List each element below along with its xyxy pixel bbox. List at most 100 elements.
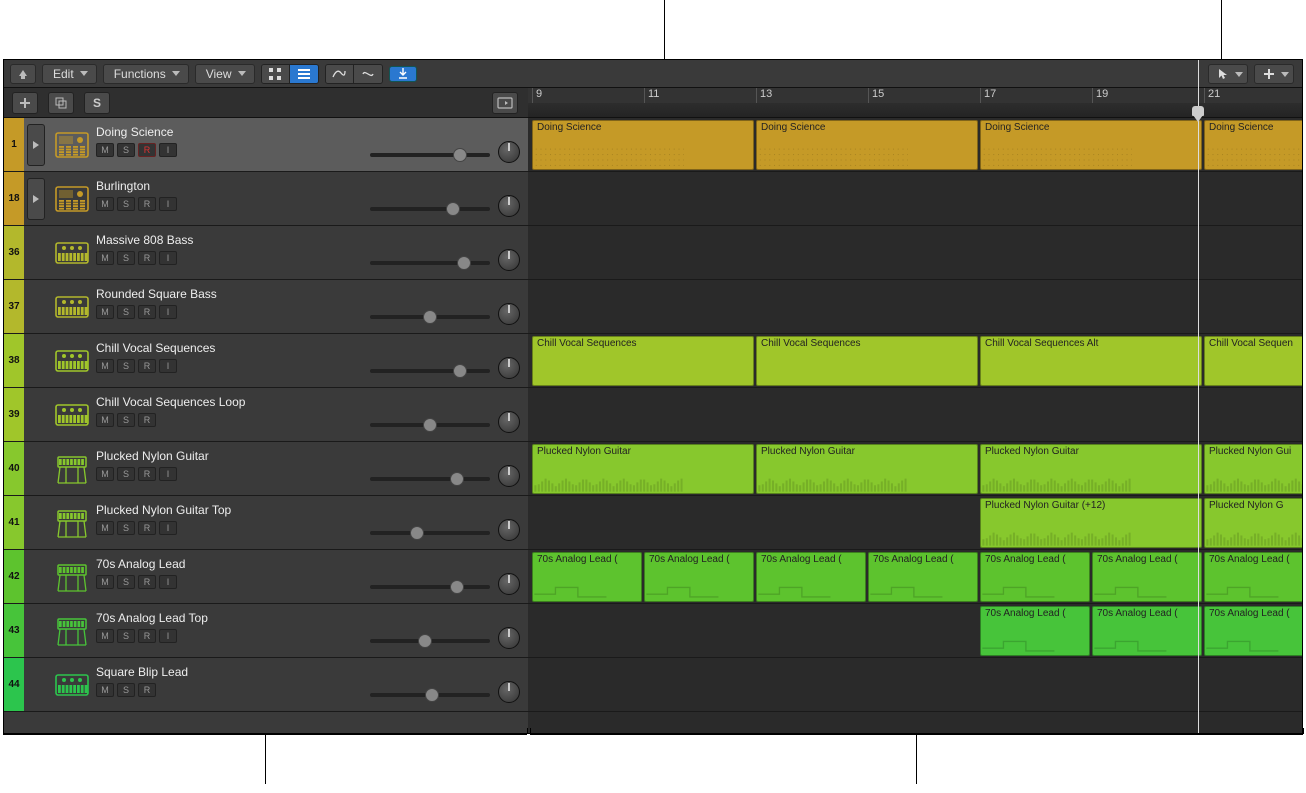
flex-button[interactable] (354, 65, 382, 83)
track-header[interactable]: 44 Square Blip Lead MSR (4, 658, 528, 712)
view-menu[interactable]: View (195, 64, 255, 84)
midi-region[interactable]: Chill Vocal Sequences Alt (980, 336, 1202, 386)
track-m-button[interactable]: M (96, 521, 114, 535)
track-s-button[interactable]: S (117, 359, 135, 373)
global-solo-button[interactable]: S (84, 92, 110, 114)
pan-knob[interactable] (498, 411, 520, 433)
volume-slider[interactable] (370, 201, 490, 217)
track-s-button[interactable]: S (117, 575, 135, 589)
midi-region[interactable]: Doing Science (980, 120, 1202, 170)
arrange-lane[interactable]: 70s Analog Lead (70s Analog Lead (70s An… (528, 550, 1302, 604)
midi-region[interactable]: Plucked Nylon Guitar (532, 444, 754, 494)
midi-region[interactable]: Plucked Nylon Guitar (980, 444, 1202, 494)
midi-region[interactable]: Doing Science (1204, 120, 1302, 170)
navigate-up-button[interactable] (10, 64, 36, 84)
bar-ruler[interactable]: 9111315171921 (528, 88, 1302, 118)
midi-region[interactable]: Plucked Nylon Guitar (+12) (980, 498, 1202, 548)
volume-slider[interactable] (370, 363, 490, 379)
track-m-button[interactable]: M (96, 143, 114, 157)
midi-region[interactable]: Doing Science (756, 120, 978, 170)
list-view-button[interactable] (290, 65, 318, 83)
track-i-button[interactable]: I (159, 575, 177, 589)
track-s-button[interactable]: S (117, 467, 135, 481)
midi-region[interactable]: 70s Analog Lead ( (1204, 606, 1302, 656)
track-s-button[interactable]: S (117, 683, 135, 697)
arrange-area[interactable]: Doing ScienceDoing ScienceDoing ScienceD… (528, 118, 1302, 733)
arrange-lane[interactable] (528, 226, 1302, 280)
arrange-lane[interactable] (528, 658, 1302, 712)
track-r-button[interactable]: R (138, 413, 156, 427)
volume-slider[interactable] (370, 633, 490, 649)
arrange-lane[interactable]: Chill Vocal SequencesChill Vocal Sequenc… (528, 334, 1302, 388)
midi-region[interactable]: Chill Vocal Sequences (756, 336, 978, 386)
track-m-button[interactable]: M (96, 629, 114, 643)
track-m-button[interactable]: M (96, 467, 114, 481)
track-i-button[interactable]: I (159, 467, 177, 481)
volume-slider[interactable] (370, 471, 490, 487)
playhead[interactable] (1198, 60, 1199, 733)
track-header[interactable]: 42 70s Analog Lead MSRI (4, 550, 528, 604)
disclosure-button[interactable] (27, 178, 45, 220)
track-r-button[interactable]: R (138, 629, 156, 643)
midi-region[interactable]: Plucked Nylon Gui (1204, 444, 1302, 494)
midi-region[interactable]: Chill Vocal Sequences (532, 336, 754, 386)
track-s-button[interactable]: S (117, 251, 135, 265)
pan-knob[interactable] (498, 519, 520, 541)
midi-region[interactable]: 70s Analog Lead ( (532, 552, 642, 602)
arrange-lane[interactable]: Plucked Nylon Guitar (+12)Plucked Nylon … (528, 496, 1302, 550)
track-r-button[interactable]: R (138, 359, 156, 373)
arrange-lane[interactable] (528, 172, 1302, 226)
automation-curve-button[interactable] (326, 65, 354, 83)
track-m-button[interactable]: M (96, 251, 114, 265)
track-r-button[interactable]: R (138, 305, 156, 319)
arrange-lane[interactable]: Plucked Nylon GuitarPlucked Nylon Guitar… (528, 442, 1302, 496)
duplicate-track-button[interactable] (48, 92, 74, 114)
track-m-button[interactable]: M (96, 575, 114, 589)
volume-slider[interactable] (370, 309, 490, 325)
pan-knob[interactable] (498, 195, 520, 217)
midi-region[interactable]: Plucked Nylon Guitar (756, 444, 978, 494)
track-header[interactable]: 41 Plucked Nylon Guitar Top MSRI (4, 496, 528, 550)
track-header[interactable]: 43 70s Analog Lead Top MSRI (4, 604, 528, 658)
volume-slider[interactable] (370, 687, 490, 703)
track-header[interactable]: 38 Chill Vocal Sequences MSRI (4, 334, 528, 388)
track-s-button[interactable]: S (117, 629, 135, 643)
pan-knob[interactable] (498, 573, 520, 595)
track-r-button[interactable]: R (138, 683, 156, 697)
track-m-button[interactable]: M (96, 197, 114, 211)
pan-knob[interactable] (498, 357, 520, 379)
volume-slider[interactable] (370, 147, 490, 163)
add-track-button[interactable] (12, 92, 38, 114)
midi-region[interactable]: 70s Analog Lead ( (1092, 606, 1202, 656)
midi-region[interactable]: Chill Vocal Sequen (1204, 336, 1302, 386)
functions-menu[interactable]: Functions (103, 64, 189, 84)
volume-slider[interactable] (370, 417, 490, 433)
pan-knob[interactable] (498, 303, 520, 325)
track-m-button[interactable]: M (96, 359, 114, 373)
midi-region[interactable]: 70s Analog Lead ( (980, 606, 1090, 656)
midi-region[interactable]: 70s Analog Lead ( (868, 552, 978, 602)
track-r-button[interactable]: R (138, 251, 156, 265)
track-header[interactable]: 18 Burlington MSRI (4, 172, 528, 226)
edit-menu[interactable]: Edit (42, 64, 97, 84)
track-m-button[interactable]: M (96, 413, 114, 427)
track-i-button[interactable]: I (159, 143, 177, 157)
track-i-button[interactable]: I (159, 629, 177, 643)
disclosure-button[interactable] (27, 124, 45, 166)
track-r-button[interactable]: R (138, 575, 156, 589)
midi-region[interactable]: Plucked Nylon G (1204, 498, 1302, 548)
track-header-config-button[interactable] (492, 92, 518, 114)
track-s-button[interactable]: S (117, 521, 135, 535)
catch-playhead-button[interactable] (389, 66, 417, 82)
volume-slider[interactable] (370, 579, 490, 595)
track-r-button[interactable]: R (138, 197, 156, 211)
track-header[interactable]: 1 Doing Science MSRI (4, 118, 528, 172)
add-tool-menu[interactable] (1254, 64, 1294, 84)
pointer-tool-menu[interactable] (1208, 64, 1248, 84)
grid-view-button[interactable] (262, 65, 290, 83)
midi-region[interactable]: 70s Analog Lead ( (980, 552, 1090, 602)
arrange-lane[interactable] (528, 388, 1302, 442)
track-s-button[interactable]: S (117, 413, 135, 427)
track-s-button[interactable]: S (117, 197, 135, 211)
track-r-button[interactable]: R (138, 467, 156, 481)
